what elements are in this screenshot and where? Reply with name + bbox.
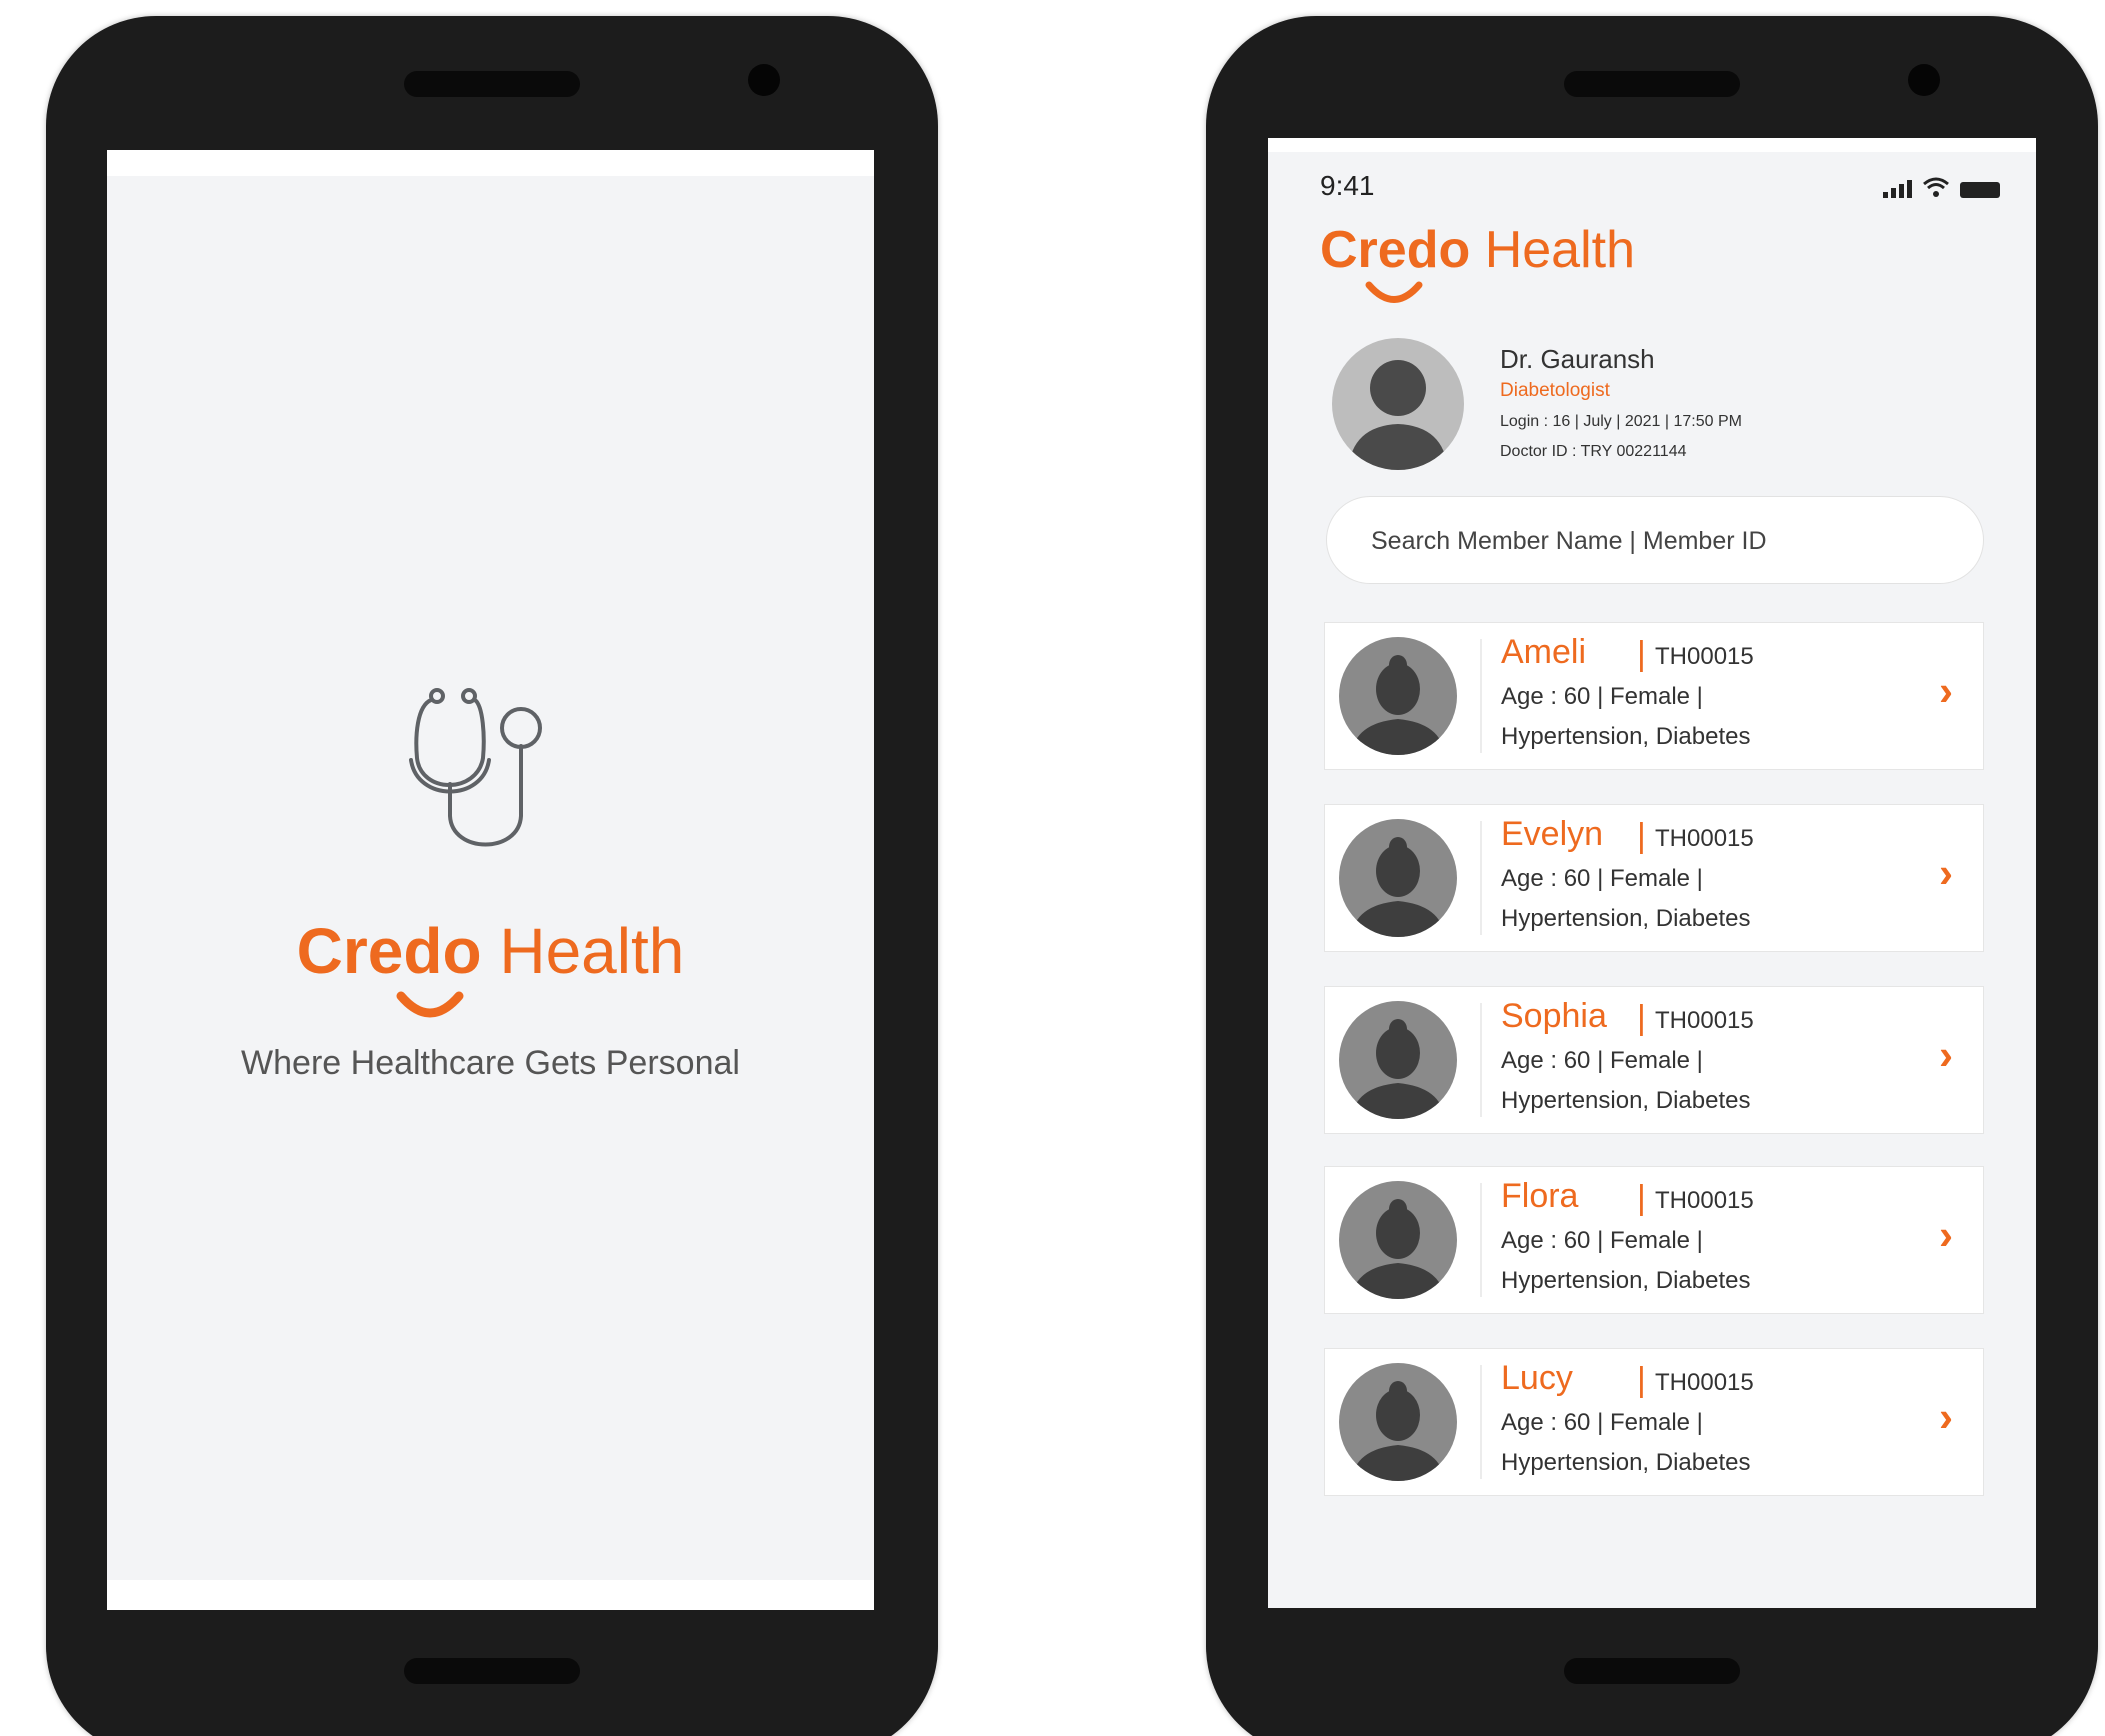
patient-conditions: Hypertension, Diabetes <box>1501 1087 1751 1114</box>
patient-id: TH00015 <box>1655 1007 1754 1034</box>
patient-name: Sophia <box>1501 997 1607 1035</box>
patient-conditions: Hypertension, Diabetes <box>1501 723 1751 750</box>
patient-avatar <box>1339 1001 1457 1119</box>
person-silhouette-icon <box>1351 655 1445 755</box>
front-camera <box>1908 64 1940 96</box>
name-separator: | <box>1637 999 1646 1037</box>
card-divider <box>1480 821 1482 935</box>
patient-card[interactable]: Lucy | TH00015 Age : 60 | Female | Hypertens… <box>1324 1348 1984 1496</box>
chevron-right-icon[interactable]: › <box>1939 1031 1953 1079</box>
patient-avatar <box>1339 637 1457 755</box>
battery-icon <box>1960 182 2000 198</box>
patient-card[interactable]: Sophia | TH00015 Age : 60 | Female | Hyperte… <box>1324 986 1984 1134</box>
name-separator: | <box>1637 817 1646 855</box>
patient-avatar <box>1339 819 1457 937</box>
chevron-right-icon[interactable]: › <box>1939 1393 1953 1441</box>
patient-demographics: Age : 60 | Female | <box>1501 1409 1703 1436</box>
card-divider <box>1480 639 1482 753</box>
person-silhouette-icon <box>1351 1019 1445 1119</box>
logo-credo-text: Credo <box>296 915 482 987</box>
name-separator: | <box>1637 1179 1646 1217</box>
patient-conditions: Hypertension, Diabetes <box>1501 1267 1751 1294</box>
logo-smile-icon <box>1365 281 1423 303</box>
dashboard-background: 9:41 Credo Health Dr. Gauransh Diabetolo… <box>1268 152 2036 1608</box>
logo-credo-text: Credo <box>1320 221 1471 279</box>
name-separator: | <box>1637 1361 1646 1399</box>
search-input[interactable]: Search Member Name | Member ID <box>1326 496 1984 584</box>
patient-id: TH00015 <box>1655 1369 1754 1396</box>
patient-id: TH00015 <box>1655 825 1754 852</box>
name-separator: | <box>1637 635 1646 673</box>
doctor-id: Doctor ID : TRY 00221144 <box>1500 443 1687 460</box>
patient-id: TH00015 <box>1655 643 1754 670</box>
doctor-specialty: Diabetologist <box>1500 380 1610 401</box>
phone-right-frame: 9:41 Credo Health Dr. Gauransh Diabetolo… <box>1206 16 2098 1736</box>
patient-card[interactable]: Ameli | TH00015 Age : 60 | Female | Hyperten… <box>1324 622 1984 770</box>
card-divider <box>1480 1003 1482 1117</box>
patient-card[interactable]: Flora | TH00015 Age : 60 | Female | Hyperten… <box>1324 1166 1984 1314</box>
doctor-login-time: Login : 16 | July | 2021 | 17:50 PM <box>1500 413 1742 430</box>
status-time: 9:41 <box>1320 170 1375 201</box>
splash-screen: Credo Health Where Healthcare Gets Perso… <box>107 150 874 1610</box>
patient-conditions: Hypertension, Diabetes <box>1501 905 1751 932</box>
patient-card[interactable]: Evelyn | TH00015 Age : 60 | Female | Hyperte… <box>1324 804 1984 952</box>
patient-demographics: Age : 60 | Female | <box>1501 683 1703 710</box>
patient-name: Evelyn <box>1501 815 1604 853</box>
patient-name: Lucy <box>1501 1359 1573 1397</box>
patient-conditions: Hypertension, Diabetes <box>1501 1449 1751 1476</box>
earpiece-speaker <box>404 71 580 97</box>
splash-tagline: Where Healthcare Gets Personal <box>241 1044 740 1082</box>
patient-id: TH00015 <box>1655 1187 1754 1214</box>
splash-logo: Credo Health <box>107 914 874 988</box>
patient-avatar <box>1339 1181 1457 1299</box>
logo-smile-icon <box>396 991 464 1018</box>
patient-name: Flora <box>1501 1177 1579 1215</box>
patient-demographics: Age : 60 | Female | <box>1501 1227 1703 1254</box>
doctor-avatar[interactable] <box>1332 338 1464 470</box>
patient-avatar <box>1339 1363 1457 1481</box>
chevron-right-icon[interactable]: › <box>1939 667 1953 715</box>
front-camera <box>748 64 780 96</box>
bottom-speaker <box>1564 1658 1740 1684</box>
person-silhouette-icon <box>1351 837 1445 937</box>
patient-name: Ameli <box>1501 633 1587 671</box>
person-silhouette-icon <box>1348 360 1448 470</box>
splash-background: Credo Health Where Healthcare Gets Perso… <box>107 176 874 1580</box>
card-divider <box>1480 1365 1482 1479</box>
stethoscope-icon <box>409 688 542 847</box>
patient-demographics: Age : 60 | Female | <box>1501 1047 1703 1074</box>
earpiece-speaker <box>1564 71 1740 97</box>
wifi-icon <box>1923 177 1949 197</box>
bottom-speaker <box>404 1658 580 1684</box>
signal-icon <box>1883 178 1912 198</box>
person-silhouette-icon <box>1351 1381 1445 1481</box>
logo-health-text: Health <box>499 915 685 987</box>
patient-demographics: Age : 60 | Female | <box>1501 865 1703 892</box>
dashboard-logo: Credo Health <box>1320 220 1635 280</box>
dashboard-screen: 9:41 Credo Health Dr. Gauransh Diabetolo… <box>1268 138 2036 1608</box>
status-icons <box>1883 176 2000 198</box>
card-divider <box>1480 1183 1482 1297</box>
logo-health-text: Health <box>1484 221 1636 279</box>
person-silhouette-icon <box>1351 1199 1445 1299</box>
phone-left-frame: Credo Health Where Healthcare Gets Perso… <box>46 16 938 1736</box>
doctor-name: Dr. Gauransh <box>1500 344 1655 374</box>
chevron-right-icon[interactable]: › <box>1939 849 1953 897</box>
chevron-right-icon[interactable]: › <box>1939 1211 1953 1259</box>
